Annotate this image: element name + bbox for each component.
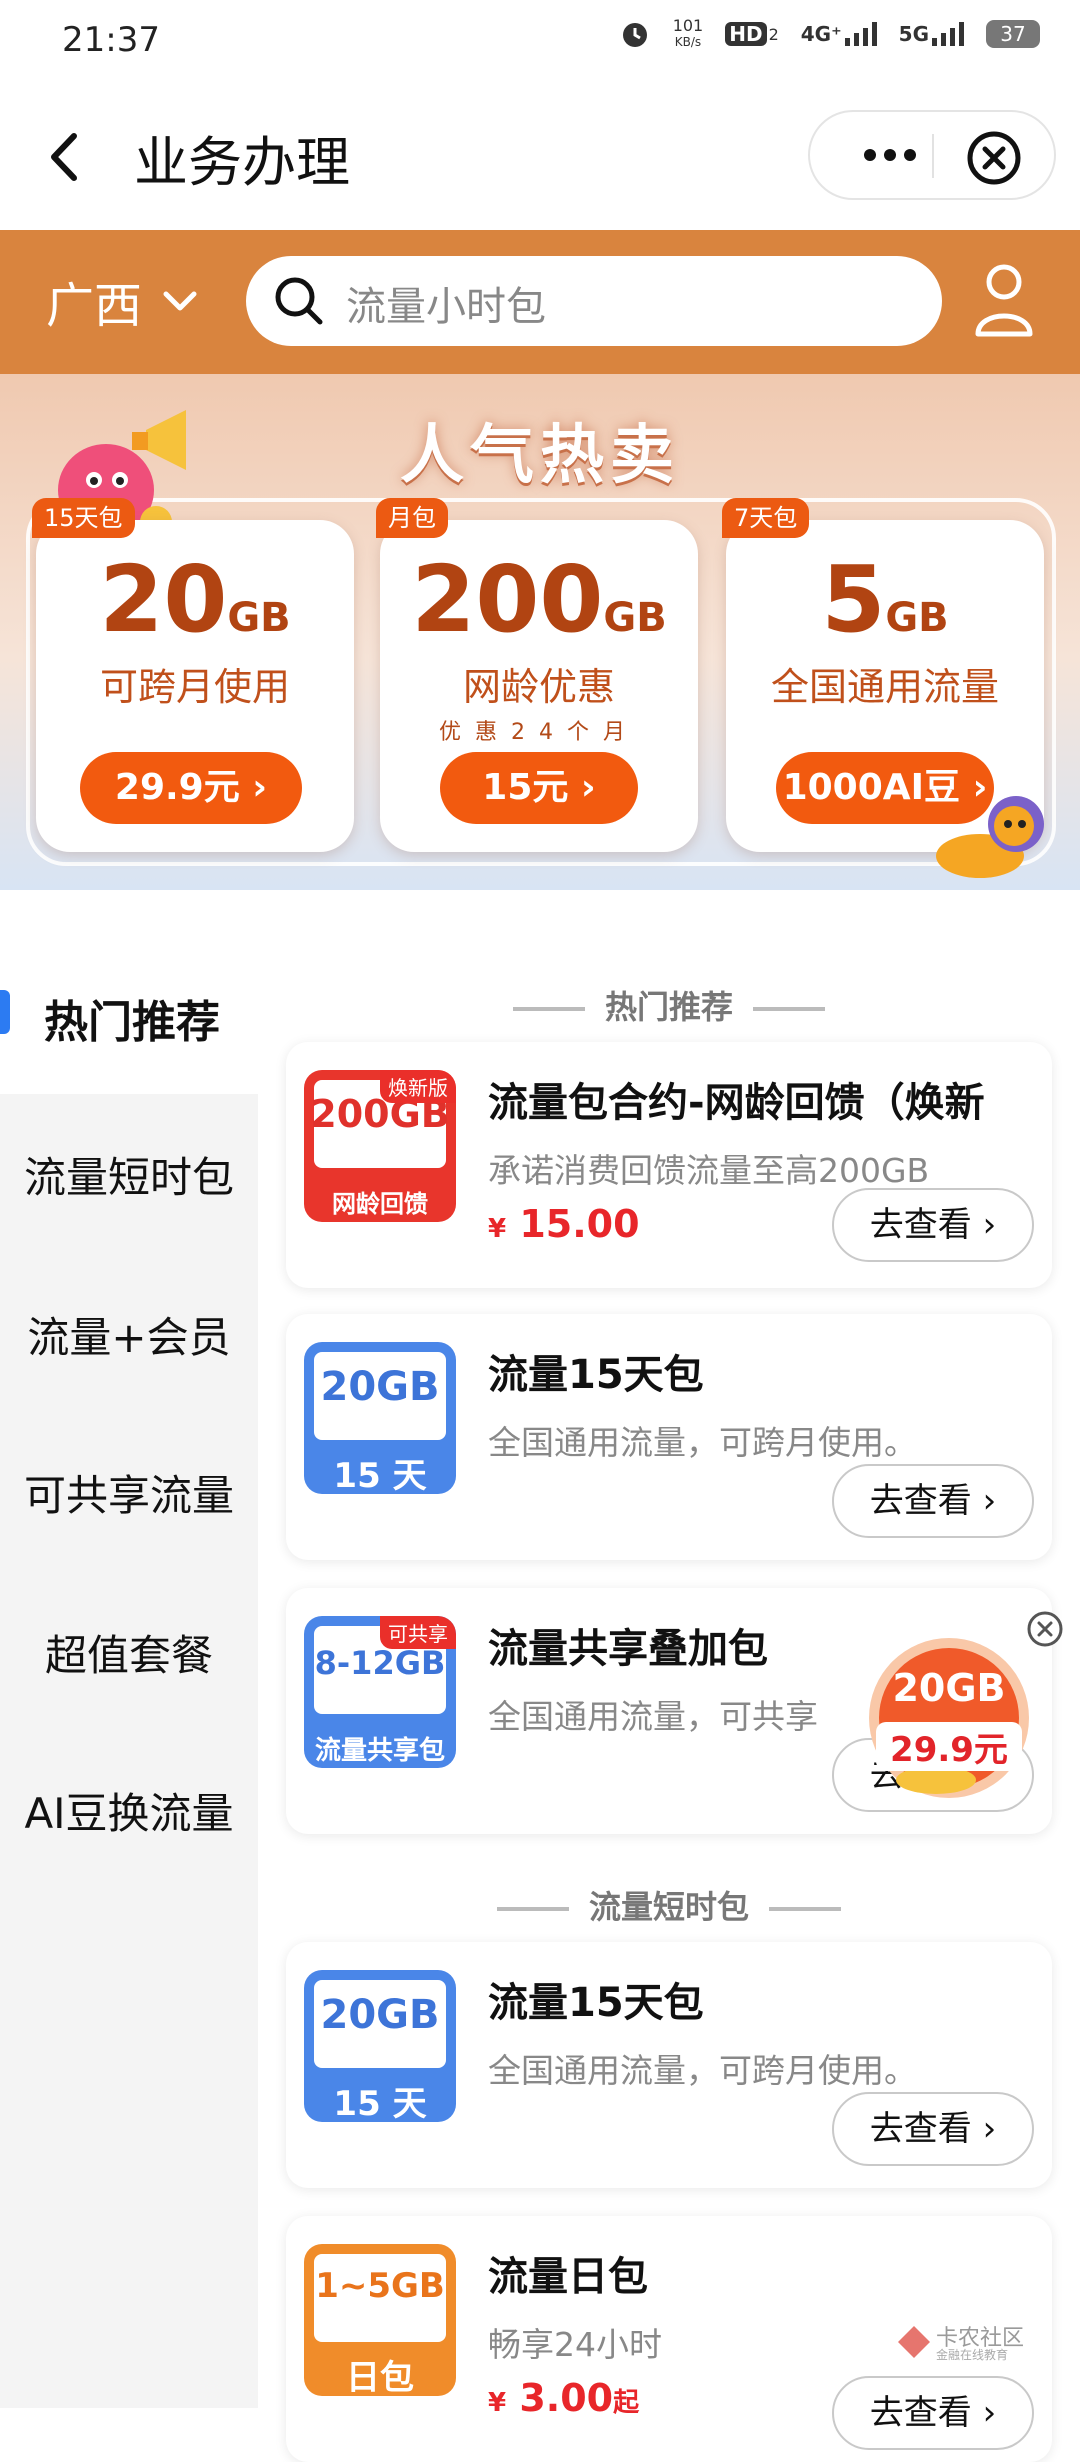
- region-label: 广西: [46, 278, 143, 334]
- product-thumbnail: 20GB 15 天: [304, 1970, 456, 2122]
- card-note: 优惠24个月: [439, 720, 639, 745]
- sidebar-item-ai-beans[interactable]: AI豆换流量: [0, 1780, 258, 1841]
- sidebar-item-packages[interactable]: 超值套餐: [0, 1622, 258, 1683]
- promo-card-2[interactable]: 月包 200GB 网龄优惠 优惠24个月 15元 ›: [376, 498, 698, 852]
- alarm-icon: [622, 23, 647, 47]
- product-thumbnail: 8-12GB 流量共享包 可共享: [304, 1616, 456, 1768]
- mascot-lying-image: [936, 796, 1044, 878]
- product-desc: 承诺消费回馈流量至高200GB: [488, 1151, 930, 1190]
- watermark-logo-icon: [898, 2326, 930, 2358]
- search-placeholder: 流量小时包: [346, 284, 546, 330]
- category-sidebar: 热门推荐 流量短时包 流量+会员 可共享流量 超值套餐 AI豆换流量: [0, 890, 258, 2408]
- chevron-left-icon[interactable]: [38, 124, 98, 190]
- capsule-divider: [932, 134, 934, 178]
- promo-card-1[interactable]: 15天包 20GB 可跨月使用 29.9元 ›: [32, 498, 354, 852]
- view-button[interactable]: 去查看 ›: [832, 2092, 1034, 2166]
- floating-promo[interactable]: 20GB 29.9元: [866, 1630, 1032, 1806]
- card-tag: 15天包: [32, 498, 135, 538]
- floating-promo-amount: 20GB: [892, 1666, 1006, 1710]
- sidebar-item-short-term[interactable]: 流量短时包: [0, 1144, 258, 1205]
- card-desc: 网龄优惠: [462, 665, 615, 709]
- product-title: 流量包合约-网龄回馈（焕新: [488, 1080, 985, 1126]
- product-card[interactable]: 200GB 网龄回馈 焕新版 流量包合约-网龄回馈（焕新 承诺消费回馈流量至高2…: [286, 1042, 1052, 1288]
- product-thumbnail: 20GB 15 天: [304, 1342, 456, 1494]
- app-header: 业务办理: [0, 84, 1080, 230]
- product-card[interactable]: 20GB 15 天 流量15天包 全国通用流量，可跨月使用。 去查看 ›: [286, 1942, 1052, 2188]
- page-title: 业务办理: [134, 131, 350, 194]
- status-icons: 101 KB/s HD 2 4G⁺ 5G 37: [619, 18, 1040, 50]
- net-speed: 101 KB/s: [672, 16, 704, 50]
- product-title: 流量日包: [488, 2254, 648, 2300]
- signal-bars-icon: [844, 22, 877, 46]
- product-desc: 全国通用流量，可跨月使用。: [488, 1423, 917, 1462]
- card-desc: 全国通用流量: [770, 665, 999, 709]
- card-buy-button[interactable]: 29.9元 ›: [80, 752, 302, 824]
- card-buy-button[interactable]: 15元 ›: [440, 752, 638, 824]
- signal-5g: 5G: [899, 22, 964, 46]
- sidebar-item-member[interactable]: 流量+会员: [0, 1304, 258, 1365]
- product-card[interactable]: 20GB 15 天 流量15天包 全国通用流量，可跨月使用。 去查看 ›: [286, 1314, 1052, 1560]
- watermark: 卡农社区 金融在线教育: [896, 2318, 1046, 2368]
- product-desc: 全国通用流量，可跨月使用。: [488, 2051, 917, 2090]
- card-tag: 7天包: [722, 498, 810, 538]
- view-button[interactable]: 去查看 ›: [832, 2376, 1034, 2450]
- region-selector[interactable]: 广西: [46, 266, 200, 336]
- card-desc: 可跨月使用: [99, 665, 290, 709]
- signal-4g: 4G⁺: [801, 22, 877, 46]
- card-amount: 5GB: [821, 546, 949, 653]
- chevron-down-icon: [163, 291, 197, 311]
- signal-bars-icon: [932, 22, 964, 46]
- close-icon[interactable]: [1026, 1610, 1064, 1648]
- product-price: ¥ 3.00起: [488, 2376, 640, 2420]
- user-icon[interactable]: [972, 260, 1036, 340]
- more-dots-icon[interactable]: [850, 128, 930, 182]
- card-tag: 月包: [376, 498, 448, 538]
- floating-promo-price: 29.9元: [876, 1722, 1022, 1771]
- banner-title: 人气热卖: [400, 419, 680, 493]
- search-band: 广西 流量小时包: [0, 230, 1080, 374]
- status-bar: 21:37 101 KB/s HD 2 4G⁺ 5G 37: [0, 0, 1080, 84]
- card-amount: 200GB: [411, 546, 667, 653]
- search-input[interactable]: 流量小时包: [246, 256, 942, 346]
- section-title-hot: 热门推荐: [288, 982, 1050, 1028]
- close-circle-icon[interactable]: [964, 128, 1024, 188]
- product-title: 流量15天包: [488, 1352, 704, 1398]
- search-icon: [275, 277, 323, 325]
- product-price: ¥ 15.00: [488, 1202, 640, 1246]
- card-amount: 20GB: [99, 546, 291, 653]
- thumb-corner-tag: 焕新版: [380, 1070, 456, 1103]
- mini-program-capsule: [808, 110, 1056, 200]
- product-thumbnail: 200GB 网龄回馈 焕新版: [304, 1070, 456, 1222]
- battery-indicator: 37: [986, 20, 1040, 48]
- sidebar-item-shared[interactable]: 可共享流量: [0, 1462, 258, 1523]
- thumb-corner-tag: 可共享: [380, 1616, 456, 1649]
- hd-indicator: HD 2: [725, 22, 779, 46]
- view-button[interactable]: 去查看 ›: [832, 1464, 1034, 1538]
- product-thumbnail: 1~5GB 日包: [304, 2244, 456, 2396]
- section-title-short-term: 流量短时包: [288, 1882, 1050, 1928]
- floating-promo-bg: [869, 1638, 1029, 1798]
- sidebar-item-hot[interactable]: 热门推荐: [0, 986, 258, 1050]
- status-time: 21:37: [62, 20, 160, 60]
- view-button[interactable]: 去查看 ›: [832, 1188, 1034, 1262]
- product-title: 流量15天包: [488, 1980, 704, 2026]
- promo-banner[interactable]: 人气热卖 15天包 20GB 可跨月使用 29.9元 › 月包 200GB 网龄…: [0, 374, 1080, 890]
